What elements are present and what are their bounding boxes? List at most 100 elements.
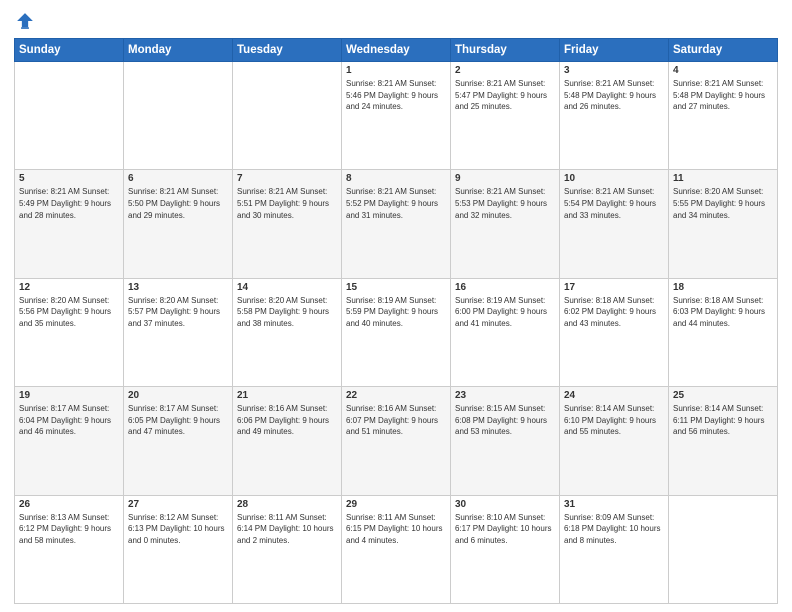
calendar-cell: 15Sunrise: 8:19 AM Sunset: 5:59 PM Dayli… <box>342 278 451 386</box>
day-number: 8 <box>346 173 446 184</box>
calendar-cell: 1 Sunrise: 8:21 AM Sunset: 5:46 PM Daylig… <box>342 62 451 170</box>
calendar-week-row: 19 Sunrise: 8:17 AM Sunset: 6:04 PM Dayli… <box>15 387 778 495</box>
day-number: 20 <box>128 390 228 401</box>
calendar-cell: 19 Sunrise: 8:17 AM Sunset: 6:04 PM Dayli… <box>15 387 124 495</box>
calendar-cell: 22 Sunrise: 8:16 AM Sunset: 6:07 PM Dayli… <box>342 387 451 495</box>
calendar-cell: 26 Sunrise: 8:13 AM Sunset: 6:12 PM Dayli… <box>15 495 124 603</box>
calendar-cell: 12 Sunrise: 8:20 AM Sunset: 5:56 PM Dayli… <box>15 278 124 386</box>
day-number: 25 <box>673 390 773 401</box>
day-number: 7 <box>237 173 337 184</box>
day-header-saturday: Saturday <box>669 39 778 62</box>
cell-info: Sunrise: 8:11 AM Sunset: 6:15 PM Dayligh… <box>346 512 446 547</box>
calendar-cell: 23 Sunrise: 8:15 AM Sunset: 6:08 PM Dayli… <box>451 387 560 495</box>
day-number: 31 <box>564 499 664 510</box>
cell-info: Sunrise: 8:11 AM Sunset: 6:14 PM Dayligh… <box>237 512 337 547</box>
cell-info: Sunrise: 8:21 AM Sunset: 5:54 PM Dayligh… <box>564 186 664 221</box>
calendar-cell <box>15 62 124 170</box>
calendar-cell: 11Sunrise: 8:20 AM Sunset: 5:55 PM Dayli… <box>669 170 778 278</box>
day-number: 3 <box>564 65 664 76</box>
cell-info: Sunrise: 8:19 AM Sunset: 6:00 PM Dayligh… <box>455 295 555 330</box>
calendar-cell: 27 Sunrise: 8:12 AM Sunset: 6:13 PM Dayli… <box>124 495 233 603</box>
day-number: 24 <box>564 390 664 401</box>
cell-info: Sunrise: 8:21 AM Sunset: 5:53 PM Dayligh… <box>455 186 555 221</box>
day-number: 17 <box>564 282 664 293</box>
calendar-header-row: SundayMondayTuesdayWednesdayThursdayFrid… <box>15 39 778 62</box>
cell-info: Sunrise: 8:14 AM Sunset: 6:11 PM Dayligh… <box>673 403 773 438</box>
calendar-cell: 9 Sunrise: 8:21 AM Sunset: 5:53 PM Daylig… <box>451 170 560 278</box>
day-header-wednesday: Wednesday <box>342 39 451 62</box>
cell-info: Sunrise: 8:16 AM Sunset: 6:06 PM Dayligh… <box>237 403 337 438</box>
cell-info: Sunrise: 8:21 AM Sunset: 5:50 PM Dayligh… <box>128 186 228 221</box>
calendar-cell: 8 Sunrise: 8:21 AM Sunset: 5:52 PM Daylig… <box>342 170 451 278</box>
cell-info: Sunrise: 8:21 AM Sunset: 5:52 PM Dayligh… <box>346 186 446 221</box>
cell-info: Sunrise: 8:20 AM Sunset: 5:58 PM Dayligh… <box>237 295 337 330</box>
calendar-cell: 3 Sunrise: 8:21 AM Sunset: 5:48 PM Daylig… <box>560 62 669 170</box>
cell-info: Sunrise: 8:20 AM Sunset: 5:56 PM Dayligh… <box>19 295 119 330</box>
cell-info: Sunrise: 8:21 AM Sunset: 5:48 PM Dayligh… <box>564 78 664 113</box>
calendar-week-row: 26 Sunrise: 8:13 AM Sunset: 6:12 PM Dayli… <box>15 495 778 603</box>
calendar: SundayMondayTuesdayWednesdayThursdayFrid… <box>14 38 778 604</box>
cell-info: Sunrise: 8:17 AM Sunset: 6:04 PM Dayligh… <box>19 403 119 438</box>
calendar-cell: 24Sunrise: 8:14 AM Sunset: 6:10 PM Dayli… <box>560 387 669 495</box>
calendar-week-row: 1 Sunrise: 8:21 AM Sunset: 5:46 PM Daylig… <box>15 62 778 170</box>
cell-info: Sunrise: 8:20 AM Sunset: 5:55 PM Dayligh… <box>673 186 773 221</box>
calendar-cell <box>233 62 342 170</box>
cell-info: Sunrise: 8:21 AM Sunset: 5:46 PM Dayligh… <box>346 78 446 113</box>
cell-info: Sunrise: 8:18 AM Sunset: 6:02 PM Dayligh… <box>564 295 664 330</box>
logo <box>14 10 38 32</box>
day-number: 26 <box>19 499 119 510</box>
cell-info: Sunrise: 8:12 AM Sunset: 6:13 PM Dayligh… <box>128 512 228 547</box>
cell-info: Sunrise: 8:20 AM Sunset: 5:57 PM Dayligh… <box>128 295 228 330</box>
cell-info: Sunrise: 8:18 AM Sunset: 6:03 PM Dayligh… <box>673 295 773 330</box>
day-number: 9 <box>455 173 555 184</box>
calendar-cell: 4Sunrise: 8:21 AM Sunset: 5:48 PM Daylig… <box>669 62 778 170</box>
day-number: 22 <box>346 390 446 401</box>
cell-info: Sunrise: 8:16 AM Sunset: 6:07 PM Dayligh… <box>346 403 446 438</box>
cell-info: Sunrise: 8:09 AM Sunset: 6:18 PM Dayligh… <box>564 512 664 547</box>
day-number: 13 <box>128 282 228 293</box>
calendar-cell: 31 Sunrise: 8:09 AM Sunset: 6:18 PM Dayli… <box>560 495 669 603</box>
calendar-cell: 28Sunrise: 8:11 AM Sunset: 6:14 PM Dayli… <box>233 495 342 603</box>
day-number: 16 <box>455 282 555 293</box>
day-number: 10 <box>564 173 664 184</box>
day-number: 14 <box>237 282 337 293</box>
day-number: 6 <box>128 173 228 184</box>
day-number: 2 <box>455 65 555 76</box>
calendar-cell: 2Sunrise: 8:21 AM Sunset: 5:47 PM Daylig… <box>451 62 560 170</box>
calendar-week-row: 5Sunrise: 8:21 AM Sunset: 5:49 PM Daylig… <box>15 170 778 278</box>
day-number: 23 <box>455 390 555 401</box>
calendar-cell: 30 Sunrise: 8:10 AM Sunset: 6:17 PM Dayli… <box>451 495 560 603</box>
calendar-cell: 16 Sunrise: 8:19 AM Sunset: 6:00 PM Dayli… <box>451 278 560 386</box>
cell-info: Sunrise: 8:15 AM Sunset: 6:08 PM Dayligh… <box>455 403 555 438</box>
day-number: 19 <box>19 390 119 401</box>
day-number: 30 <box>455 499 555 510</box>
logo-icon <box>14 10 36 32</box>
cell-info: Sunrise: 8:10 AM Sunset: 6:17 PM Dayligh… <box>455 512 555 547</box>
day-number: 29 <box>346 499 446 510</box>
day-number: 18 <box>673 282 773 293</box>
calendar-cell: 25 Sunrise: 8:14 AM Sunset: 6:11 PM Dayli… <box>669 387 778 495</box>
header <box>14 10 778 32</box>
cell-info: Sunrise: 8:17 AM Sunset: 6:05 PM Dayligh… <box>128 403 228 438</box>
cell-info: Sunrise: 8:21 AM Sunset: 5:51 PM Dayligh… <box>237 186 337 221</box>
day-number: 1 <box>346 65 446 76</box>
calendar-cell <box>124 62 233 170</box>
calendar-cell <box>669 495 778 603</box>
day-number: 12 <box>19 282 119 293</box>
cell-info: Sunrise: 8:19 AM Sunset: 5:59 PM Dayligh… <box>346 295 446 330</box>
day-number: 27 <box>128 499 228 510</box>
cell-info: Sunrise: 8:21 AM Sunset: 5:49 PM Dayligh… <box>19 186 119 221</box>
day-number: 21 <box>237 390 337 401</box>
day-header-sunday: Sunday <box>15 39 124 62</box>
day-header-monday: Monday <box>124 39 233 62</box>
calendar-cell: 10 Sunrise: 8:21 AM Sunset: 5:54 PM Dayli… <box>560 170 669 278</box>
calendar-cell: 18 Sunrise: 8:18 AM Sunset: 6:03 PM Dayli… <box>669 278 778 386</box>
calendar-cell: 20 Sunrise: 8:17 AM Sunset: 6:05 PM Dayli… <box>124 387 233 495</box>
page: SundayMondayTuesdayWednesdayThursdayFrid… <box>0 0 792 612</box>
cell-info: Sunrise: 8:13 AM Sunset: 6:12 PM Dayligh… <box>19 512 119 547</box>
cell-info: Sunrise: 8:21 AM Sunset: 5:48 PM Dayligh… <box>673 78 773 113</box>
day-header-friday: Friday <box>560 39 669 62</box>
calendar-cell: 21 Sunrise: 8:16 AM Sunset: 6:06 PM Dayli… <box>233 387 342 495</box>
calendar-cell: 13 Sunrise: 8:20 AM Sunset: 5:57 PM Dayli… <box>124 278 233 386</box>
calendar-cell: 5Sunrise: 8:21 AM Sunset: 5:49 PM Daylig… <box>15 170 124 278</box>
